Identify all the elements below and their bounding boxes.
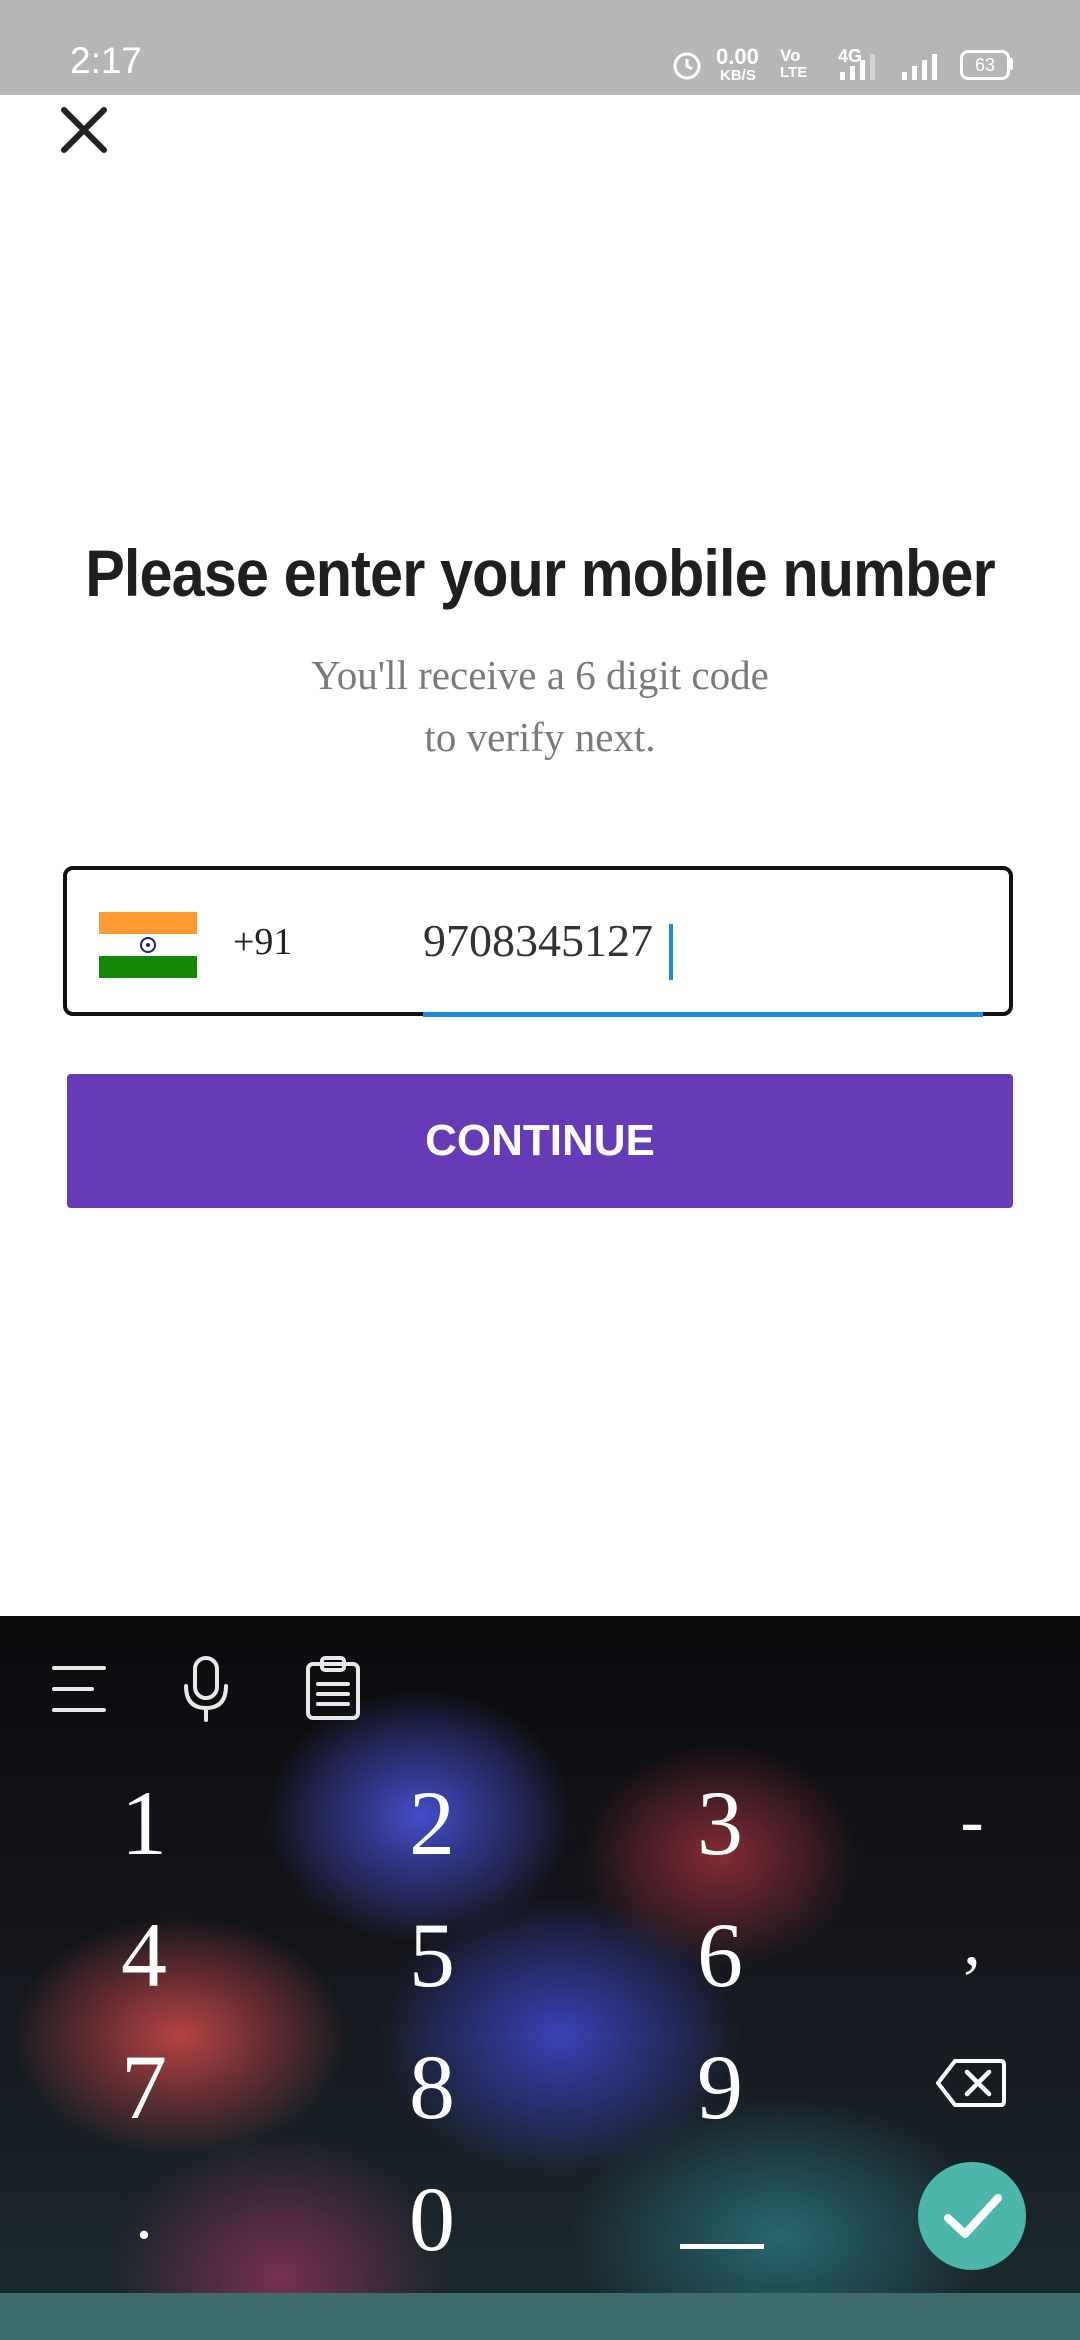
navigation-bar bbox=[0, 2293, 1080, 2340]
phone-number-field: +91 bbox=[63, 866, 1013, 1017]
chakra-icon bbox=[140, 937, 156, 953]
clipboard-button[interactable] bbox=[302, 1654, 364, 1727]
battery-tip bbox=[1009, 58, 1013, 70]
key-9[interactable]: 9 bbox=[660, 2034, 780, 2140]
continue-button[interactable]: CONTINUE bbox=[67, 1074, 1013, 1208]
numeric-keyboard: 1 2 3 - 4 5 6 , 7 8 9 . 0 bbox=[0, 1616, 1080, 2340]
underscore-mark bbox=[680, 2244, 764, 2249]
text-cursor bbox=[669, 924, 673, 980]
alarm-icon bbox=[673, 52, 701, 80]
key-period[interactable]: . bbox=[84, 2176, 204, 2256]
keyboard-menu-button[interactable] bbox=[50, 1660, 108, 1723]
status-bar: 2:17 0.00 KB/S Vo LTE 4G 63 bbox=[0, 0, 1080, 95]
microphone-icon bbox=[184, 1656, 228, 1722]
key-comma[interactable]: , bbox=[912, 1902, 1032, 1982]
volte-label-2: LTE bbox=[780, 64, 808, 81]
key-underscore[interactable] bbox=[660, 2176, 780, 2256]
key-dash[interactable]: - bbox=[912, 1782, 1032, 1862]
india-flag-icon[interactable] bbox=[99, 912, 197, 978]
key-6[interactable]: 6 bbox=[660, 1902, 780, 2008]
country-code[interactable]: +91 bbox=[233, 920, 292, 964]
flag-band-saffron bbox=[99, 912, 197, 934]
input-underline bbox=[423, 1012, 983, 1017]
page-title: Please enter your mobile number bbox=[85, 536, 996, 610]
battery-icon: 63 bbox=[960, 50, 1010, 80]
key-5[interactable]: 5 bbox=[372, 1902, 492, 2008]
flag-band-white bbox=[99, 934, 197, 956]
key-2[interactable]: 2 bbox=[372, 1770, 492, 1876]
key-0[interactable]: 0 bbox=[372, 2166, 492, 2272]
key-8[interactable]: 8 bbox=[372, 2034, 492, 2140]
menu-icon bbox=[52, 1666, 106, 1712]
enter-key[interactable] bbox=[918, 2162, 1026, 2270]
status-time: 2:17 bbox=[70, 40, 143, 81]
phone-number-input[interactable] bbox=[423, 908, 983, 972]
clipboard-icon bbox=[306, 1656, 360, 1720]
signal-icon-2 bbox=[902, 54, 937, 80]
key-3[interactable]: 3 bbox=[660, 1770, 780, 1876]
backspace-key[interactable] bbox=[935, 2057, 1007, 2109]
close-icon bbox=[61, 107, 107, 153]
net-speed-unit: KB/S bbox=[720, 67, 756, 84]
page-subtitle: You'll receive a 6 digit code to verify … bbox=[0, 644, 1080, 768]
close-button[interactable] bbox=[52, 98, 116, 162]
voice-input-button[interactable] bbox=[176, 1654, 236, 1729]
battery-level: 63 bbox=[974, 55, 996, 75]
check-icon bbox=[944, 2194, 1002, 2238]
key-7[interactable]: 7 bbox=[84, 2034, 204, 2140]
backspace-icon bbox=[936, 2059, 1006, 2107]
volte-label: Vo bbox=[780, 46, 801, 65]
signal-icon bbox=[840, 54, 875, 80]
flag-band-green bbox=[99, 956, 197, 978]
key-4[interactable]: 4 bbox=[84, 1902, 204, 2008]
subtitle-line-1: You'll receive a 6 digit code bbox=[311, 652, 769, 698]
subtitle-line-2: to verify next. bbox=[424, 714, 656, 760]
key-1[interactable]: 1 bbox=[84, 1770, 204, 1876]
